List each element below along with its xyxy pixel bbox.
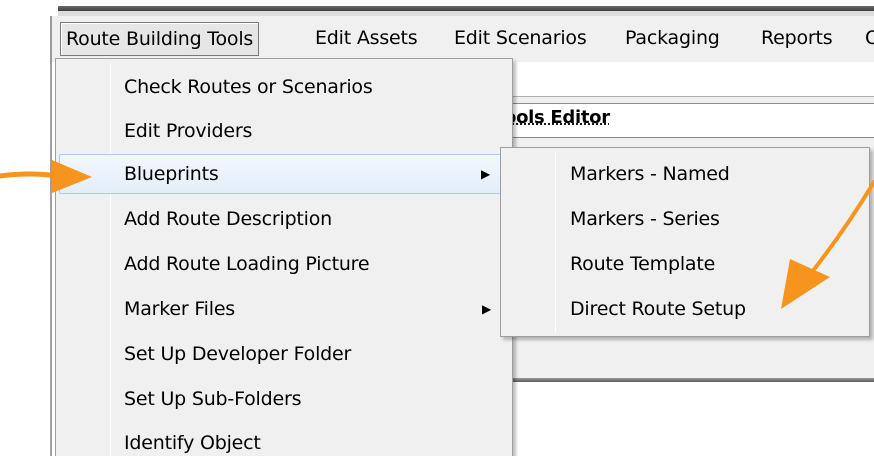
editor-title-text: ools Editor [504, 107, 610, 128]
submenu-item-label: Direct Route Setup [570, 298, 746, 320]
menu-item-identify-object[interactable]: Identify Object [59, 423, 509, 456]
menu-packaging[interactable]: Packaging [620, 22, 725, 56]
menu-route-building-tools[interactable]: Route Building Tools [60, 22, 260, 56]
menu-item-label: Blueprints [124, 163, 219, 185]
submenu-item-route-template[interactable]: Route Template [504, 242, 866, 286]
menu-item-set-up-sub-folders[interactable]: Set Up Sub-Folders [59, 379, 509, 419]
blueprints-submenu: Markers - Named Markers - Series Route T… [500, 147, 870, 337]
menu-item-label: Edit Providers [124, 120, 253, 142]
menu-item-add-route-loading-picture[interactable]: Add Route Loading Picture [59, 244, 509, 284]
submenu-item-direct-route-setup[interactable]: Direct Route Setup [504, 287, 866, 331]
editor-panel-bottom-border [510, 378, 874, 382]
menu-edit-assets[interactable]: Edit Assets [310, 22, 422, 56]
menu-item-add-route-description[interactable]: Add Route Description [59, 199, 509, 239]
menu-edit-scenarios[interactable]: Edit Scenarios [449, 22, 592, 56]
submenu-item-label: Markers - Series [570, 208, 720, 230]
menu-truncated-item[interactable]: O [860, 22, 874, 56]
menu-item-label: Set Up Developer Folder [124, 343, 352, 365]
menu-item-label: Add Route Description [124, 208, 333, 230]
menu-item-label: Identify Object [124, 432, 261, 454]
submenu-item-markers-series[interactable]: Markers - Series [504, 197, 866, 241]
route-building-tools-dropdown: Check Routes or Scenarios Edit Providers… [55, 58, 513, 456]
submenu-item-label: Markers - Named [570, 163, 730, 185]
menu-item-label: Set Up Sub-Folders [124, 388, 302, 410]
submenu-item-markers-named[interactable]: Markers - Named [504, 152, 866, 196]
submenu-item-label: Route Template [570, 253, 716, 275]
submenu-arrow-icon: ▶ [480, 167, 490, 181]
menu-item-label: Check Routes or Scenarios [124, 76, 373, 98]
menu-reports[interactable]: Reports [756, 22, 837, 56]
menu-item-check-routes[interactable]: Check Routes or Scenarios [59, 67, 509, 107]
menu-item-set-up-developer-folder[interactable]: Set Up Developer Folder [59, 334, 509, 374]
editor-title-box: ools Editor [504, 103, 874, 138]
menu-bar: Route Building Tools Edit Assets Edit Sc… [50, 16, 874, 62]
submenu-arrow-icon: ▶ [481, 302, 491, 316]
menu-item-blueprints[interactable]: Blueprints ▶ [59, 154, 509, 194]
menu-item-label: Marker Files [124, 298, 236, 320]
menu-item-label: Add Route Loading Picture [124, 253, 370, 275]
menu-item-edit-providers[interactable]: Edit Providers [59, 111, 509, 151]
menu-item-marker-files[interactable]: Marker Files ▶ [59, 289, 509, 329]
window-title-strip [0, 0, 874, 16]
